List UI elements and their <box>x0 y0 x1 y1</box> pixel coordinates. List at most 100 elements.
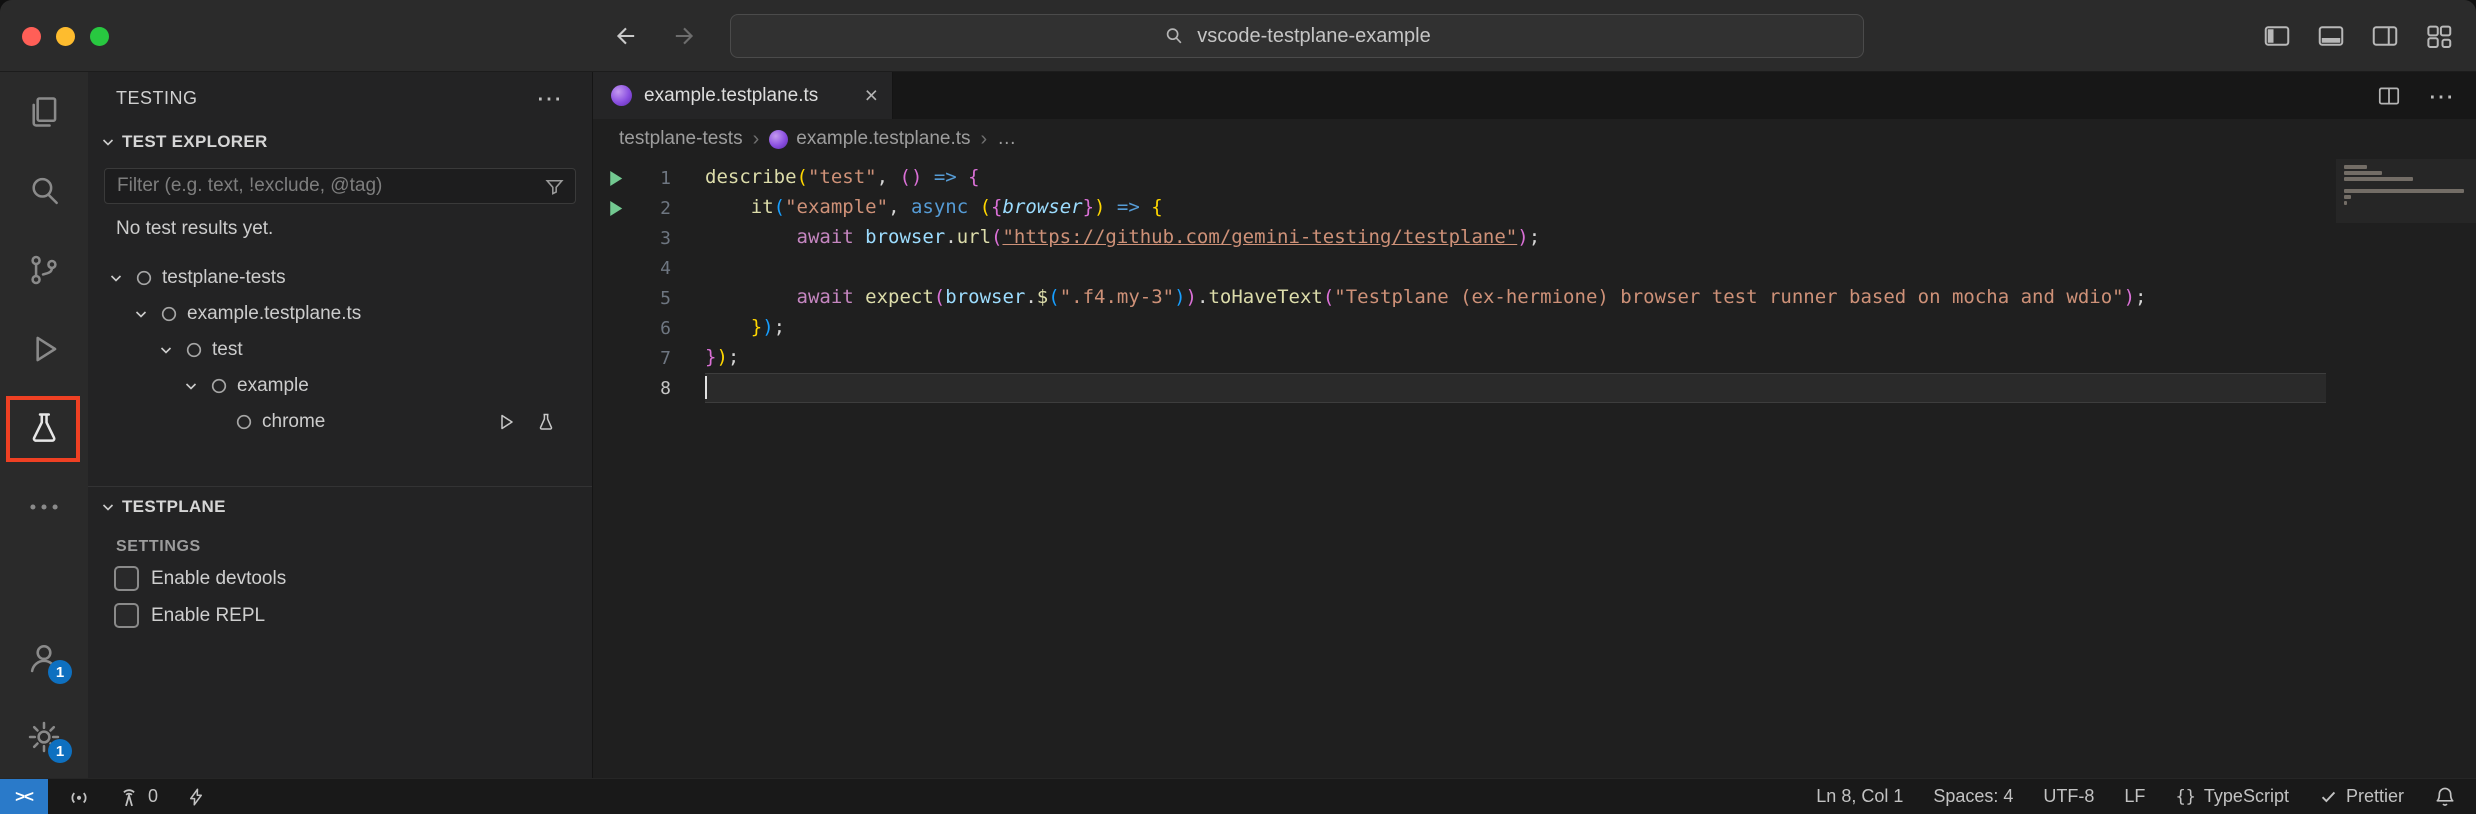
toggle-secondary-sidebar-icon[interactable] <box>2370 21 2400 51</box>
activity-bar: 11 <box>0 72 88 778</box>
minimap-line <box>2344 201 2347 205</box>
line-content <box>705 253 2326 283</box>
breadcrumb-label: example.testplane.ts <box>796 128 970 150</box>
activity-accounts-icon[interactable]: 1 <box>0 618 88 697</box>
zap-icon <box>186 787 206 807</box>
line-number: 7 <box>637 348 671 369</box>
customize-layout-icon[interactable] <box>2424 21 2454 51</box>
tree-item-label: testplane-tests <box>158 267 286 289</box>
activity-settings-icon[interactable]: 1 <box>0 697 88 776</box>
checkbox-enable-devtools[interactable]: Enable devtools <box>88 560 592 597</box>
broadcast-icon <box>68 786 90 808</box>
minimize-window-button[interactable] <box>56 27 75 46</box>
code-line-6[interactable]: 6 }); <box>593 313 2476 343</box>
toggle-panel-icon[interactable] <box>2316 21 2346 51</box>
breadcrumb-label: testplane-tests <box>619 128 743 150</box>
testplane-file-icon <box>769 130 788 149</box>
zoom-window-button[interactable] <box>90 27 109 46</box>
code-line-8[interactable]: 8 <box>593 373 2476 403</box>
run-test-gutter-icon[interactable] <box>593 198 637 219</box>
remote-window-button[interactable]: >< <box>0 779 48 814</box>
status-broadcast[interactable] <box>68 786 90 808</box>
chevron-down-icon[interactable] <box>177 368 205 404</box>
chevron-down-icon[interactable] <box>152 332 180 368</box>
activity-search-icon[interactable] <box>0 151 88 230</box>
chevron-down-icon[interactable] <box>102 260 130 296</box>
run-test-gutter-icon[interactable] <box>593 168 637 189</box>
testing-sidebar: TESTING ⋯ TEST EXPLORER No test results … <box>88 72 593 778</box>
back-icon[interactable] <box>612 22 640 50</box>
code-line-3[interactable]: 3 await browser.url("https://github.com/… <box>593 223 2476 253</box>
activity-explorer-icon[interactable] <box>0 72 88 151</box>
checkbox-box[interactable] <box>114 566 139 591</box>
line-number: 3 <box>637 228 671 249</box>
status-zap[interactable] <box>186 787 206 807</box>
line-content: }); <box>705 313 2326 343</box>
editor-more-actions-icon[interactable]: ⋯ <box>2428 91 2456 101</box>
checkbox-enable-repl[interactable]: Enable REPL <box>88 597 592 634</box>
minimap[interactable] <box>2344 165 2472 213</box>
accounts-badge: 1 <box>48 660 72 684</box>
section-testplane[interactable]: TESTPLANE <box>88 486 592 526</box>
toggle-primary-sidebar-icon[interactable] <box>2262 21 2292 51</box>
code-editor[interactable]: 1describe("test", () => {2 it("example",… <box>593 159 2476 778</box>
tree-item-example.testplane.ts[interactable]: example.testplane.ts <box>88 296 592 332</box>
close-window-button[interactable] <box>22 27 41 46</box>
close-tab-icon[interactable]: × <box>865 84 878 107</box>
activity-run-debug-icon[interactable] <box>0 309 88 388</box>
status-label: UTF-8 <box>2043 786 2094 807</box>
line-content: }); <box>705 343 2326 373</box>
status-eol[interactable]: LF <box>2124 786 2145 807</box>
breadcrumb-item[interactable]: … <box>997 128 1016 150</box>
tab-label: example.testplane.ts <box>644 85 818 107</box>
filter-icon[interactable] <box>544 176 565 197</box>
test-state-icon <box>230 404 258 440</box>
breadcrumb-item[interactable]: example.testplane.ts <box>769 128 970 150</box>
test-state-icon <box>180 332 208 368</box>
notifications-bell-icon[interactable] <box>2434 786 2456 808</box>
activity-testing-icon[interactable] <box>0 388 88 467</box>
code-line-7[interactable]: 7}); <box>593 343 2476 373</box>
breadcrumb-item[interactable]: testplane-tests <box>619 128 743 150</box>
settings-subheader: SETTINGS <box>88 526 592 560</box>
command-center[interactable]: vscode-testplane-example <box>730 14 1864 58</box>
line-content: it("example", async ({browser}) => { <box>705 193 2326 223</box>
forward-icon[interactable] <box>670 22 698 50</box>
checkbox-box[interactable] <box>114 603 139 628</box>
code-line-1[interactable]: 1describe("test", () => { <box>593 163 2476 193</box>
tree-item-testplane-tests[interactable]: testplane-tests <box>88 260 592 296</box>
breadcrumb-separator: › <box>753 128 760 151</box>
status-encoding[interactable]: UTF-8 <box>2043 786 2094 807</box>
status-label: Ln 8, Col 1 <box>1816 786 1903 807</box>
section-test-explorer[interactable]: TEST EXPLORER <box>88 124 592 160</box>
activity-source-control-icon[interactable] <box>0 230 88 309</box>
more-actions-icon[interactable]: ⋯ <box>536 93 564 103</box>
beaker-action-icon[interactable] <box>536 412 556 432</box>
test-filter <box>104 168 576 204</box>
tree-item-label: example <box>233 375 309 397</box>
tree-item-chrome[interactable]: chrome <box>88 404 592 440</box>
status-label: Prettier <box>2346 786 2404 807</box>
tree-item-test[interactable]: test <box>88 332 592 368</box>
line-content: describe("test", () => { <box>705 163 2326 193</box>
sidebar-title: TESTING <box>116 88 198 109</box>
layout-controls <box>2262 0 2454 72</box>
no-results-message: No test results yet. <box>88 212 592 246</box>
tree-item-example[interactable]: example <box>88 368 592 404</box>
status-cursor-position[interactable]: Ln 8, Col 1 <box>1816 786 1903 807</box>
tab-example-testplane-ts[interactable]: example.testplane.ts × <box>593 72 893 119</box>
status-indentation[interactable]: Spaces: 4 <box>1933 786 2013 807</box>
status-formatter[interactable]: Prettier <box>2319 786 2404 807</box>
code-line-2[interactable]: 2 it("example", async ({browser}) => { <box>593 193 2476 223</box>
code-line-4[interactable]: 4 <box>593 253 2476 283</box>
activity-more-icon[interactable] <box>0 467 88 546</box>
split-editor-icon[interactable] <box>2376 83 2402 109</box>
search-icon <box>1163 25 1185 47</box>
test-filter-input[interactable] <box>117 175 544 197</box>
chevron-down-icon[interactable] <box>127 296 155 332</box>
minimap-line <box>2344 171 2382 175</box>
status-ports[interactable]: 0 <box>118 786 158 808</box>
run-test-icon[interactable] <box>496 412 516 432</box>
status-language-mode[interactable]: {}TypeScript <box>2175 786 2289 807</box>
code-line-5[interactable]: 5 await expect(browser.$(".f4.my-3")).to… <box>593 283 2476 313</box>
